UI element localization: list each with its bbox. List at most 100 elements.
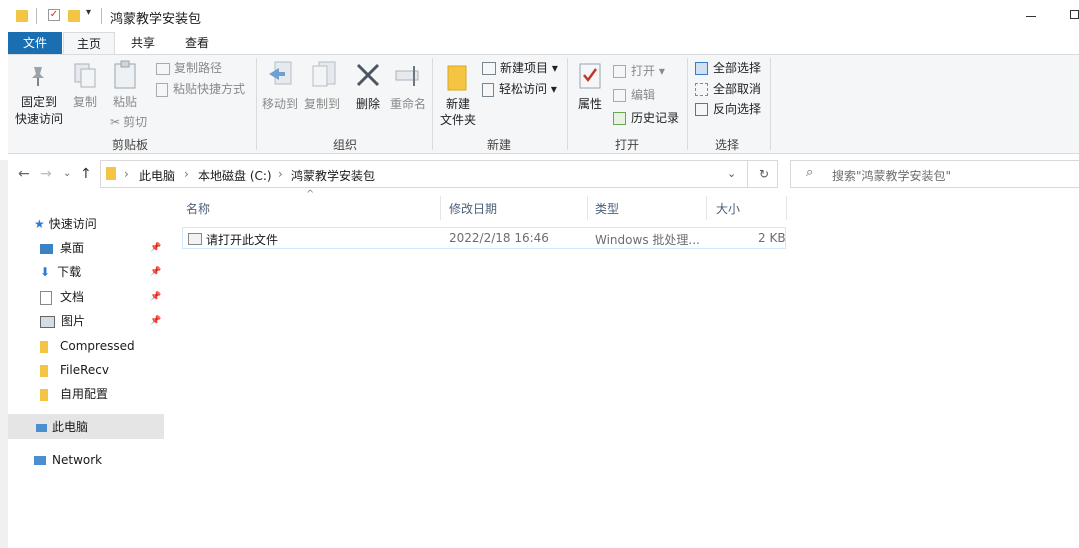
search-icon: ⌕ (806, 165, 814, 180)
pin-icon[interactable]: 📌 (150, 313, 161, 329)
nav-item-label: 图片 (61, 314, 86, 328)
new-folder-icon (447, 65, 467, 91)
nav-quick-access[interactable]: ★ 快速访问 (34, 216, 97, 232)
edit-icon (613, 89, 626, 102)
refresh-icon[interactable]: ↻ (759, 167, 769, 181)
nav-item-label: 文档 (60, 290, 85, 304)
chevron-right-icon[interactable]: › (124, 167, 129, 181)
file-name[interactable]: 请打开此文件 (206, 231, 278, 248)
divider (36, 8, 37, 24)
select-none-button[interactable]: 全部取消 (695, 81, 761, 97)
address-dropdown-icon[interactable]: ⌄ (727, 167, 736, 180)
nav-item-documents[interactable]: 文档 📌 (40, 289, 164, 305)
nav-item-compressed[interactable]: Compressed (40, 338, 135, 354)
nav-item-label: 桌面 (60, 241, 85, 255)
group-organize-label: 组织 (332, 138, 357, 152)
nav-item-label: 下载 (57, 265, 82, 279)
copy-to-button[interactable]: 复制到 (302, 60, 342, 112)
column-type[interactable]: 类型 (595, 200, 619, 217)
nav-network-label: Network (52, 453, 103, 467)
divider[interactable] (440, 196, 441, 220)
network-icon (34, 456, 46, 465)
easy-access-button[interactable]: 轻松访问 ▾ (482, 81, 557, 97)
delete-button[interactable]: 删除 (352, 60, 384, 112)
column-name[interactable]: 名称 (186, 200, 210, 217)
folder-icon (106, 167, 116, 180)
nav-network[interactable]: Network (34, 452, 102, 468)
group-new-label: 新建 (486, 138, 511, 152)
divider[interactable] (706, 196, 707, 220)
search-placeholder: 搜索"鸿蒙教学安装包" (832, 169, 952, 183)
invert-selection-button[interactable]: 反向选择 (695, 101, 761, 117)
copy-path-button[interactable]: 复制路径 (156, 60, 222, 76)
new-item-button[interactable]: 新建项目 ▾ (482, 60, 558, 76)
new-folder-button[interactable]: 新建 文件夹 (438, 60, 478, 128)
breadcrumb-local-disk[interactable]: 本地磁盘 (C:) (198, 167, 272, 184)
tab-share[interactable]: 共享 (116, 32, 170, 55)
pin-icon[interactable]: 📌 (150, 240, 161, 256)
new-folder-quick-icon[interactable] (68, 10, 80, 22)
nav-item-downloads[interactable]: ⬇ 下载 📌 (40, 264, 164, 280)
nav-item-pictures[interactable]: 图片 📌 (40, 313, 164, 329)
recent-locations-icon[interactable]: ⌄ (63, 168, 71, 179)
divider[interactable] (786, 196, 787, 220)
invert-selection-icon (695, 103, 708, 116)
chevron-right-icon[interactable]: › (184, 167, 189, 181)
group-open-label: 打开 (614, 138, 639, 152)
properties-label: 属性 (577, 97, 602, 111)
forward-icon[interactable]: → (40, 166, 52, 182)
properties-quick-icon[interactable]: ✓ (48, 9, 60, 21)
select-none-icon (695, 83, 708, 96)
tab-home[interactable]: 主页 (63, 32, 115, 55)
breadcrumb-this-pc[interactable]: 此电脑 (139, 167, 175, 184)
pin-label-2: 快速访问 (14, 112, 63, 126)
pin-icon[interactable]: 📌 (150, 289, 161, 305)
copy-button[interactable]: 复制 (68, 62, 102, 114)
edit-label: 编辑 (631, 88, 656, 102)
nav-quick-access-label: 快速访问 (48, 217, 97, 231)
move-to-button[interactable]: 移动到 (260, 60, 300, 112)
rename-icon (395, 66, 419, 86)
tab-view[interactable]: 查看 (170, 32, 224, 55)
column-date[interactable]: 修改日期 (449, 200, 497, 217)
scissors-icon: ✂ (110, 115, 121, 129)
new-folder-label-2: 文件夹 (439, 113, 476, 127)
breadcrumb-current-folder[interactable]: 鸿蒙教学安装包 (291, 167, 375, 184)
edit-button[interactable]: 编辑 (613, 87, 655, 103)
nav-this-pc[interactable]: 此电脑 (36, 419, 88, 435)
minimize-icon[interactable] (1026, 16, 1036, 17)
select-all-button[interactable]: 全部选择 (695, 60, 761, 76)
nav-item-desktop[interactable]: 桌面 📌 (40, 240, 164, 256)
rename-button[interactable]: 重命名 (388, 60, 428, 112)
maximize-icon[interactable] (1070, 10, 1079, 19)
history-button[interactable]: 历史记录 (613, 110, 679, 126)
back-icon[interactable]: ← (18, 166, 30, 182)
paste-shortcut-button[interactable]: 粘贴快捷方式 (156, 81, 245, 97)
cut-button[interactable]: ✂ 剪切 (110, 114, 147, 130)
easy-access-label: 轻松访问 ▾ (499, 82, 557, 96)
star-icon: ★ (34, 217, 45, 231)
download-icon: ⬇ (40, 265, 51, 279)
nav-item-custom-config[interactable]: 自用配置 (40, 386, 108, 402)
paste-button[interactable]: 粘贴 (108, 60, 142, 112)
properties-button[interactable]: 属性 (574, 60, 606, 116)
delete-x-icon (356, 63, 380, 87)
file-type: Windows 批处理... (595, 233, 700, 247)
clipboard-icon (114, 60, 136, 89)
tab-file[interactable]: 文件 (8, 32, 62, 55)
pin-icon[interactable]: 📌 (150, 264, 161, 280)
nav-item-label: 自用配置 (60, 387, 109, 401)
group-select-label: 选择 (714, 138, 739, 152)
open-button[interactable]: 打开 ▾ (613, 63, 665, 79)
customize-toolbar-icon[interactable]: ▾ (86, 7, 91, 18)
move-to-icon (269, 61, 292, 85)
new-folder-label: 新建 (445, 97, 470, 111)
nav-item-filerecv[interactable]: FileRecv (40, 362, 109, 378)
nav-this-pc-label: 此电脑 (52, 420, 89, 434)
up-icon[interactable]: ↑ (80, 166, 92, 182)
column-size[interactable]: 大小 (716, 200, 740, 217)
open-icon (613, 65, 626, 78)
chevron-right-icon[interactable]: › (278, 167, 283, 181)
divider[interactable] (587, 196, 588, 220)
select-none-label: 全部取消 (713, 82, 762, 96)
